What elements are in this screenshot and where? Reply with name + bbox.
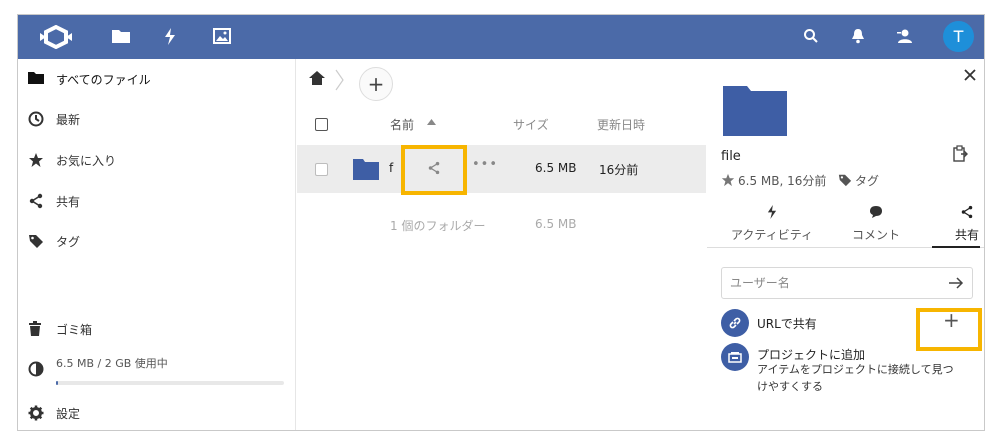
avatar-letter: T bbox=[953, 27, 964, 46]
details-meta: 6.5 MB, 16分前 bbox=[738, 174, 827, 188]
bell-icon[interactable] bbox=[851, 28, 865, 48]
sidebar-item-label: 共有 bbox=[56, 195, 81, 209]
plus-icon: + bbox=[367, 72, 385, 96]
column-header-modified[interactable]: 更新日時 bbox=[597, 116, 645, 133]
new-file-button[interactable]: + bbox=[359, 67, 393, 101]
search-icon[interactable] bbox=[803, 28, 819, 48]
share-link-label: URLで共有 bbox=[757, 317, 817, 331]
files-app-window: T すべてのファイル 最新 お気に入り 共有 タグ ゴミ箱 6.5 MB / 2… bbox=[17, 14, 985, 431]
left-sidebar: すべてのファイル 最新 お気に入り 共有 タグ ゴミ箱 6.5 MB / 2 G… bbox=[18, 59, 296, 430]
close-icon[interactable] bbox=[964, 69, 976, 85]
highlight-box-add-link bbox=[916, 308, 982, 351]
tab-label: 共有 bbox=[954, 228, 979, 242]
activity-icon[interactable] bbox=[164, 28, 176, 49]
tab-comments[interactable]: コメント bbox=[831, 205, 921, 243]
link-icon bbox=[721, 309, 749, 337]
details-filename: file bbox=[721, 149, 741, 164]
breadcrumb-separator-icon bbox=[335, 69, 345, 95]
sidebar-item-recent[interactable]: 最新 bbox=[18, 103, 296, 135]
sidebar-item-label: お気に入り bbox=[56, 154, 117, 168]
file-name[interactable]: f bbox=[389, 161, 393, 175]
folder-icon bbox=[353, 158, 379, 184]
file-size: 6.5 MB bbox=[535, 161, 577, 175]
share-with-input-wrapper bbox=[721, 267, 973, 299]
file-list-area: + 名前 サイズ 更新日時 f ••• 6.5 MB 16分前 1 個のフォルダ… bbox=[297, 59, 706, 430]
contacts-icon[interactable] bbox=[896, 28, 914, 48]
star-icon bbox=[28, 152, 44, 168]
trash-icon bbox=[28, 321, 44, 337]
comment-icon bbox=[831, 205, 921, 222]
tab-label: アクティビティ bbox=[731, 228, 813, 242]
avatar[interactable]: T bbox=[943, 21, 974, 52]
sidebar-item-label: 最新 bbox=[56, 113, 81, 127]
sidebar-item-trash[interactable]: ゴミ箱 bbox=[18, 313, 296, 345]
tag-icon bbox=[28, 233, 44, 249]
folder-preview-icon bbox=[723, 84, 787, 140]
share-icon bbox=[28, 193, 44, 209]
sort-ascending-icon[interactable] bbox=[427, 114, 436, 128]
pie-chart-icon bbox=[28, 361, 44, 377]
details-sidebar: file 6.5 MB, 16分前 タグ アクティビティ コメント 共有 ユーザ… bbox=[707, 59, 984, 430]
tag-icon[interactable] bbox=[838, 173, 852, 191]
folder-icon bbox=[28, 71, 44, 87]
project-description-line-2: けやすくする bbox=[757, 380, 823, 393]
copy-link-icon[interactable] bbox=[952, 145, 968, 166]
highlight-box-share-button bbox=[401, 145, 467, 195]
nextcloud-logo-icon[interactable] bbox=[36, 24, 76, 53]
project-description-line-1: アイテムをプロジェクトに接続して見つ bbox=[757, 363, 954, 376]
arrow-right-icon[interactable] bbox=[948, 275, 964, 295]
file-modified: 16分前 bbox=[599, 163, 639, 177]
tab-sharing[interactable]: 共有 bbox=[922, 205, 984, 243]
sidebar-item-shared[interactable]: 共有 bbox=[18, 185, 296, 217]
breadcrumb-home-icon[interactable] bbox=[309, 71, 325, 89]
share-icon bbox=[922, 205, 984, 222]
activity-icon bbox=[727, 205, 817, 222]
row-checkbox[interactable] bbox=[315, 163, 328, 176]
sidebar-item-tags[interactable]: タグ bbox=[18, 225, 296, 257]
sidebar-item-label: 設定 bbox=[56, 407, 81, 421]
quota-progress-fill bbox=[56, 381, 58, 385]
clock-icon bbox=[28, 111, 44, 127]
sidebar-item-favorites[interactable]: お気に入り bbox=[18, 144, 296, 176]
column-header-name[interactable]: 名前 bbox=[390, 116, 414, 133]
files-app-icon[interactable] bbox=[112, 28, 130, 48]
gear-icon bbox=[28, 405, 44, 421]
summary-folder-count: 1 個のフォルダー bbox=[390, 219, 486, 233]
sidebar-item-settings[interactable]: 設定 bbox=[18, 397, 296, 429]
share-with-input[interactable] bbox=[722, 268, 940, 298]
sidebar-item-label: すべてのファイル bbox=[56, 73, 151, 87]
sidebar-item-label: タグ bbox=[56, 235, 81, 249]
favorite-star-icon[interactable] bbox=[721, 173, 735, 191]
sidebar-item-label: ゴミ箱 bbox=[56, 323, 93, 337]
sidebar-item-all-files[interactable]: すべてのファイル bbox=[18, 63, 296, 95]
table-row[interactable]: f ••• 6.5 MB 16分前 bbox=[297, 145, 706, 193]
top-header: T bbox=[18, 15, 984, 59]
project-icon bbox=[721, 343, 749, 371]
more-actions-icon[interactable]: ••• bbox=[472, 157, 498, 172]
details-tags-label[interactable]: タグ bbox=[855, 172, 879, 189]
quota-text: 6.5 MB / 2 GB 使用中 bbox=[56, 357, 168, 370]
quota-progress-bar bbox=[56, 381, 284, 385]
summary-size: 6.5 MB bbox=[535, 217, 577, 231]
select-all-checkbox[interactable] bbox=[315, 118, 328, 131]
gallery-icon[interactable] bbox=[213, 28, 231, 48]
column-header-size[interactable]: サイズ bbox=[513, 116, 549, 133]
tab-label: コメント bbox=[851, 228, 900, 242]
active-tab-underline bbox=[932, 246, 980, 248]
tab-activity[interactable]: アクティビティ bbox=[727, 205, 817, 243]
